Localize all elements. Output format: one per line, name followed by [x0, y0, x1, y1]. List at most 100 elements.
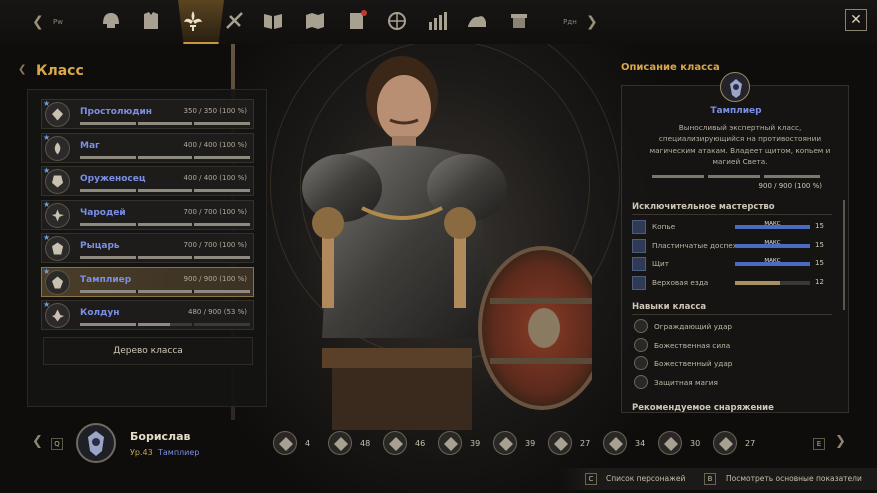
character-portrait [302, 56, 592, 430]
class-emblem-icon: ★ [43, 266, 70, 295]
class-row[interactable]: ★ Колдун 480 / 900 (53 %) [41, 300, 254, 330]
class-panel-title: Класс [36, 63, 84, 79]
skill-row[interactable]: Ограждающий удар [632, 319, 832, 335]
hint-key-main-stats: B [704, 473, 716, 485]
mastery-row[interactable]: Копье МАКС 15 [632, 219, 837, 235]
book-icon[interactable] [260, 8, 286, 34]
next-character-arrow-icon[interactable]: ❯ [835, 434, 846, 449]
skill-row[interactable]: Защитная магия [632, 374, 832, 391]
skill-name: Ограждающий удар [654, 322, 733, 331]
mastery-value: 15 [815, 222, 824, 230]
class-slot-icon[interactable] [713, 431, 737, 455]
character-name: Борислав [130, 430, 191, 443]
star-icon: ★ [43, 166, 51, 175]
class-slot-icon[interactable] [493, 431, 517, 455]
class-progress-bar [80, 323, 250, 326]
character-emblem-icon[interactable] [76, 423, 116, 463]
skill-row[interactable]: Божественный удар [632, 356, 832, 372]
class-emblem-icon: ★ [43, 133, 70, 161]
mastery-name: Копье [652, 222, 676, 231]
class-slot-icon[interactable] [548, 431, 572, 455]
mastery-value: 15 [815, 240, 824, 249]
class-exp-bar-seg [764, 175, 820, 178]
scroll-icon[interactable] [506, 8, 532, 34]
class-progress-bar [80, 189, 250, 192]
class-slot-count: 27 [580, 439, 591, 448]
skill-row[interactable]: Божественная сила [632, 337, 832, 354]
class-row[interactable]: ★ Оруженосец 400 / 400 (100 %) [41, 166, 254, 196]
class-slot-count: 34 [635, 439, 646, 448]
armor-icon[interactable] [138, 8, 164, 34]
class-slot-count: 48 [360, 439, 371, 448]
title-ornament-icon: ❮ [18, 64, 27, 75]
compass-icon[interactable] [384, 8, 410, 34]
nav-next-key: Pдн [563, 18, 577, 26]
star-icon: ★ [43, 199, 51, 209]
close-button[interactable]: ✕ [845, 9, 867, 31]
star-icon: ★ [43, 266, 51, 276]
main-stats-button[interactable]: Посмотреть основные показатели [726, 474, 862, 483]
class-exp: 480 / 900 (53 %) [187, 308, 247, 316]
skill-name: Божественный удар [654, 359, 733, 368]
character-list-button[interactable]: Список персонажей [606, 474, 685, 483]
class-exp-bar-seg [708, 175, 760, 178]
mastery-row[interactable]: Пластинчатые доспех МАКС 15 [632, 238, 837, 254]
mastery-icon [632, 257, 646, 271]
selected-class-name: Тамплиер [710, 106, 762, 116]
class-list-panel: ★ Простолюдин 350 / 350 (100 %) ★ Маг 400 / 4… [27, 89, 267, 407]
class-slot-icon[interactable] [273, 431, 297, 455]
divider [632, 314, 832, 315]
star-icon: ★ [43, 233, 51, 242]
class-emblem-icon: ★ [43, 199, 70, 228]
class-progress-bar [80, 222, 250, 226]
mastery-value: 15 [815, 259, 824, 267]
class-slot-count: 46 [415, 439, 426, 448]
class-progress-bar [80, 256, 250, 259]
class-slot-icon[interactable] [603, 431, 627, 455]
skill-name: Божественная сила [654, 340, 731, 350]
mastery-icon [632, 220, 646, 234]
description-scrollbar[interactable] [843, 200, 845, 310]
class-tree-button[interactable]: Дерево класса [43, 337, 253, 365]
class-row[interactable]: ★ Чародей 700 / 700 (100 %) [41, 199, 254, 230]
class-slot-count: 39 [525, 439, 536, 448]
class-row[interactable]: ★ Рыцарь 700 / 700 (100 %) [41, 233, 254, 263]
nav-prev-key: Pw [53, 18, 63, 26]
class-row[interactable]: ★ Тамплиер 900 / 900 (100 %) [41, 266, 254, 297]
class-slot-icon[interactable] [328, 431, 352, 455]
mastery-max-label: МАКС [764, 221, 781, 227]
nav-next-arrow-icon[interactable]: ❯ [586, 14, 598, 30]
star-icon: ★ [43, 300, 51, 309]
mastery-name: Щит [652, 259, 669, 268]
mastery-row[interactable]: Верховая езда 12 [632, 275, 837, 291]
mastery-value: 12 [815, 277, 824, 286]
equipment-section-title: Рекомендуемое снаряжение [632, 403, 774, 413]
class-row[interactable]: ★ Маг 400 / 400 (100 %) [41, 132, 254, 163]
mastery-icon [632, 275, 646, 290]
skill-icon[interactable] [222, 8, 248, 34]
mastery-row[interactable]: Щит МАКС 15 [632, 256, 837, 272]
class-slot-icon[interactable] [438, 431, 462, 455]
mastery-name: Пластинчатые доспех [652, 240, 738, 250]
class-slot-icon[interactable] [383, 431, 407, 455]
class-exp: 700 / 700 (100 %) [183, 241, 247, 249]
star-icon: ★ [43, 99, 51, 108]
class-fleur-icon[interactable] [180, 8, 206, 34]
class-row[interactable]: ★ Простолюдин 350 / 350 (100 %) [41, 99, 254, 129]
nav-prev-arrow-icon[interactable]: ❮ [32, 14, 44, 30]
stats-icon[interactable] [424, 8, 450, 34]
divider [632, 214, 832, 215]
class-exp: 900 / 900 (100 %) [183, 274, 247, 283]
class-emblem-icon: ★ [43, 233, 70, 261]
class-slot-count: 39 [470, 439, 481, 448]
map-icon[interactable] [302, 8, 328, 34]
quest-icon[interactable] [344, 8, 370, 34]
class-slot-icon[interactable] [658, 431, 682, 455]
class-slot-count: 4 [305, 439, 311, 448]
mount-icon[interactable] [464, 8, 490, 34]
helmet-icon[interactable] [98, 8, 124, 34]
prev-character-arrow-icon[interactable]: ❮ [32, 434, 43, 449]
class-name: Тамплиер [80, 274, 132, 285]
class-emblem-icon [720, 72, 750, 102]
class-progress-bar [80, 122, 250, 125]
